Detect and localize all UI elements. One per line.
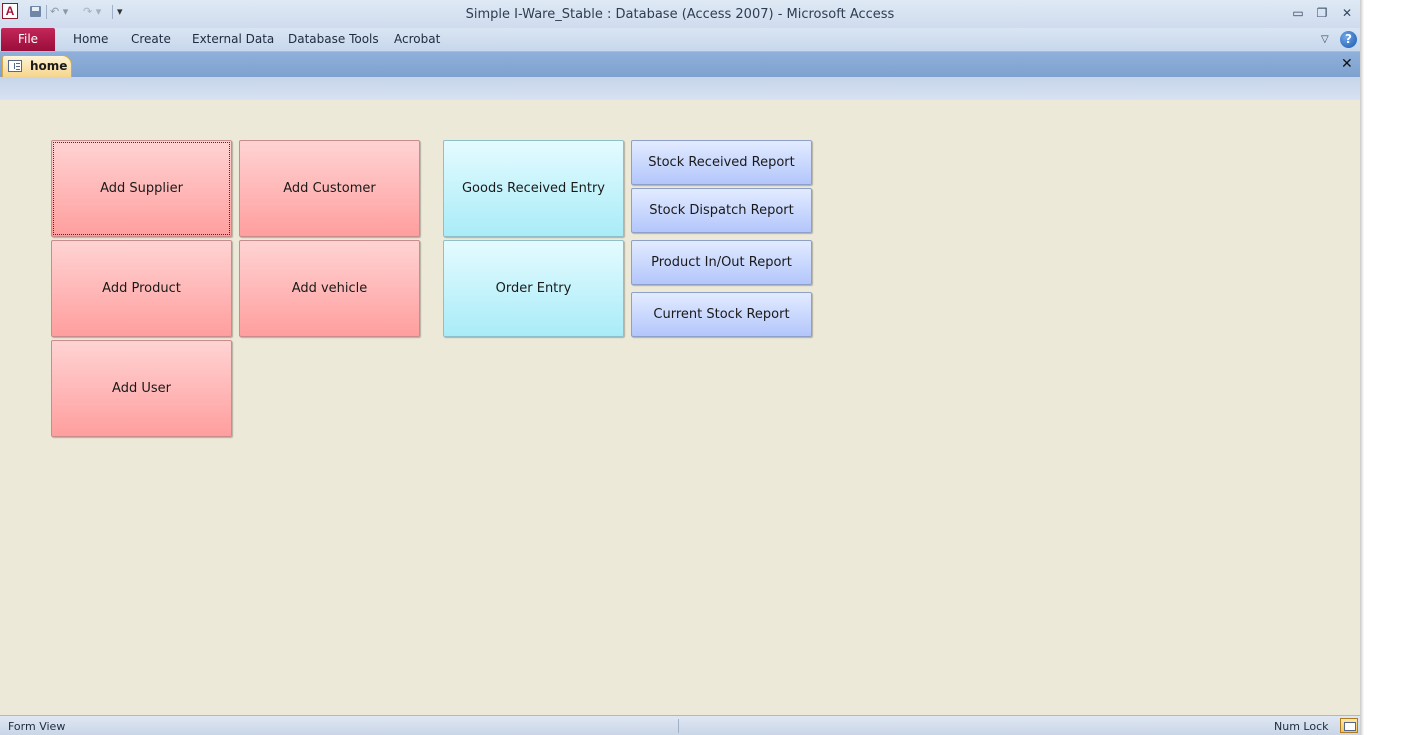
add-product-button[interactable]: Add Product bbox=[51, 240, 232, 337]
form-icon bbox=[8, 60, 22, 72]
status-view-label: Form View bbox=[8, 720, 66, 733]
document-tab-strip: home ✕ bbox=[0, 52, 1360, 77]
document-tab-label: home bbox=[30, 59, 68, 73]
stock-received-report-button[interactable]: Stock Received Report bbox=[631, 140, 812, 185]
goods-received-entry-button[interactable]: Goods Received Entry bbox=[443, 140, 624, 237]
tab-home[interactable]: Home bbox=[73, 28, 108, 51]
add-supplier-button[interactable]: Add Supplier bbox=[51, 140, 232, 237]
ribbon-tab-bar: File Home Create External Data Database … bbox=[0, 28, 1360, 52]
title-bar: A ↶ ▾ ↷ ▾ ▾ Simple I-Ware_Stable : Datab… bbox=[0, 0, 1360, 28]
close-window-icon[interactable]: ✕ bbox=[1338, 5, 1356, 21]
status-bar: Form View Num Lock bbox=[0, 715, 1360, 735]
stock-dispatch-report-button[interactable]: Stock Dispatch Report bbox=[631, 188, 812, 233]
product-in-out-report-button[interactable]: Product In/Out Report bbox=[631, 240, 812, 285]
minimize-ribbon-icon[interactable]: ▽ bbox=[1321, 33, 1333, 47]
help-icon[interactable]: ? bbox=[1340, 31, 1357, 48]
restore-icon[interactable]: ❐ bbox=[1313, 5, 1331, 21]
window-edge-shadow bbox=[1360, 0, 1364, 735]
access-window: A ↶ ▾ ↷ ▾ ▾ Simple I-Ware_Stable : Datab… bbox=[0, 0, 1360, 735]
tab-file[interactable]: File bbox=[1, 28, 55, 51]
tab-acrobat[interactable]: Acrobat bbox=[394, 28, 440, 51]
form-header bbox=[0, 77, 1360, 100]
status-separator bbox=[678, 719, 679, 733]
current-stock-report-button[interactable]: Current Stock Report bbox=[631, 292, 812, 337]
add-user-button[interactable]: Add User bbox=[51, 340, 232, 437]
form-view-icon[interactable] bbox=[1340, 718, 1358, 733]
order-entry-button[interactable]: Order Entry bbox=[443, 240, 624, 337]
add-customer-button[interactable]: Add Customer bbox=[239, 140, 420, 237]
tab-create[interactable]: Create bbox=[131, 28, 171, 51]
window-title: Simple I-Ware_Stable : Database (Access … bbox=[465, 7, 895, 22]
num-lock-indicator: Num Lock bbox=[1274, 720, 1329, 733]
tab-database-tools[interactable]: Database Tools bbox=[288, 28, 379, 51]
tab-external-data[interactable]: External Data bbox=[192, 28, 274, 51]
close-document-icon[interactable]: ✕ bbox=[1341, 56, 1353, 72]
document-tab-home[interactable]: home bbox=[2, 55, 72, 77]
minimize-icon[interactable]: ▭ bbox=[1289, 5, 1307, 21]
add-vehicle-button[interactable]: Add vehicle bbox=[239, 240, 420, 337]
